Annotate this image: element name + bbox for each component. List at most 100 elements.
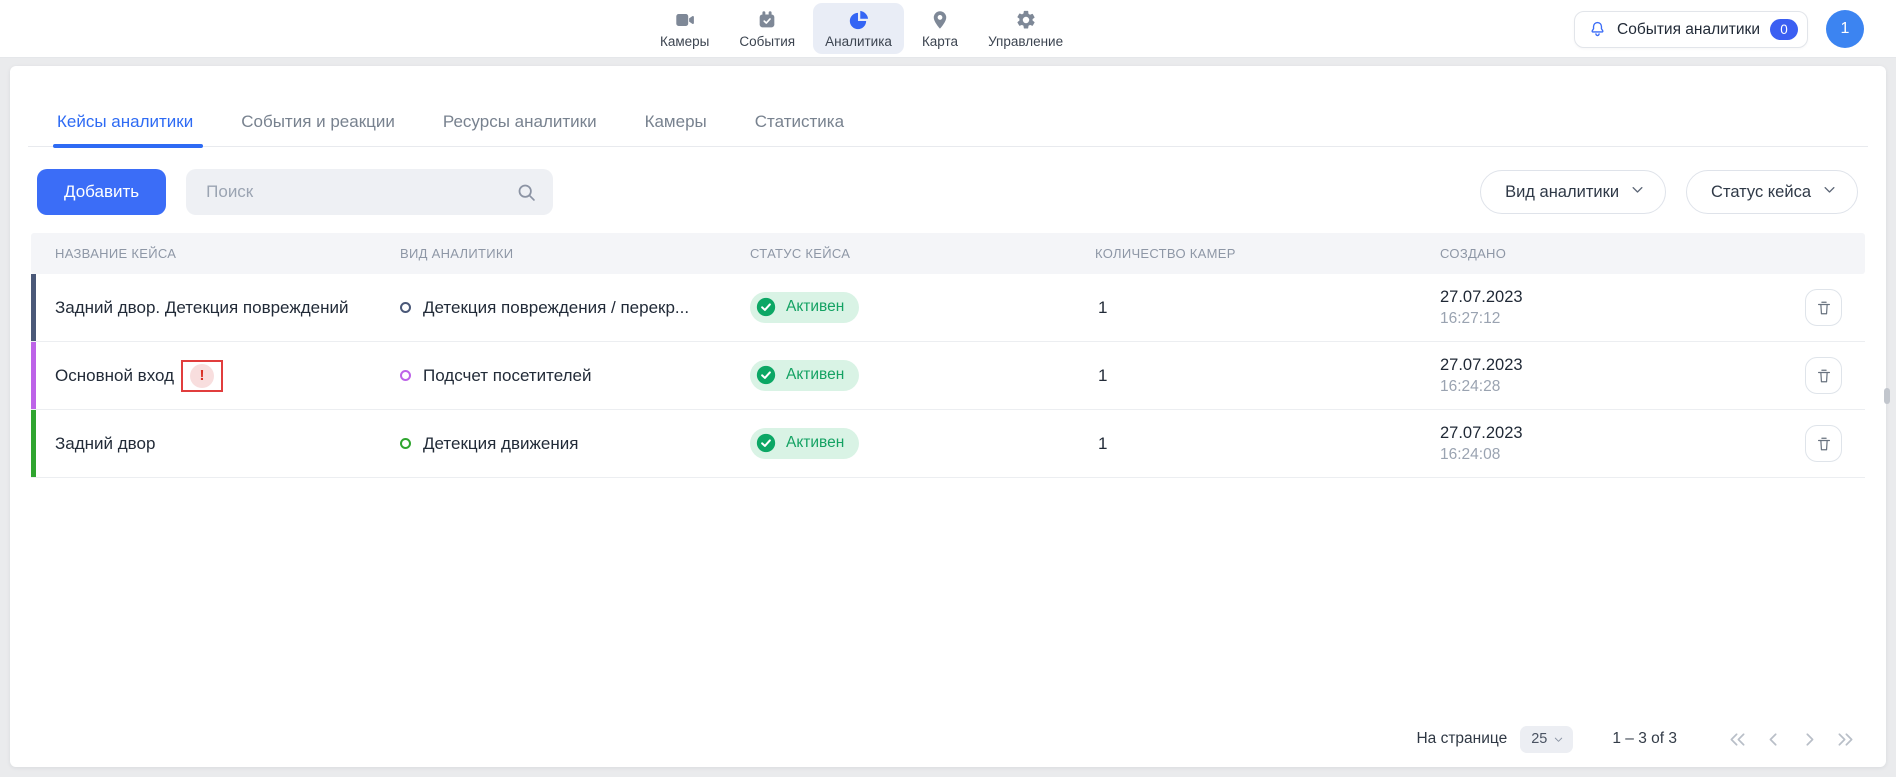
nav-label: Камеры: [660, 34, 709, 49]
scrollbar-thumb[interactable]: [1884, 388, 1890, 404]
filter-label: Статус кейса: [1711, 183, 1811, 202]
nav-label: Карта: [922, 34, 958, 49]
check-circle-icon: [755, 432, 777, 454]
delete-case-button[interactable]: [1805, 425, 1842, 462]
status-label: Активен: [786, 366, 844, 384]
analytics-type-ring-icon: [400, 370, 411, 381]
actions-cell: [1805, 425, 1865, 462]
analytics-type-ring-icon: [400, 302, 411, 313]
column-header-created: СОЗДАНО: [1440, 246, 1700, 261]
camera-count-cell: 1: [1095, 366, 1440, 386]
pagination-bar: На странице 25 1 – 3 of 3: [1416, 723, 1856, 755]
table-header: НАЗВАНИЕ КЕЙСА ВИД АНАЛИТИКИ СТАТУС КЕЙС…: [31, 233, 1865, 274]
check-circle-icon: [755, 296, 777, 318]
analytics-page: Кейсы аналитики События и реакции Ресурс…: [10, 66, 1886, 767]
filters: Вид аналитики Статус кейса: [1480, 170, 1858, 214]
analytics-type-filter[interactable]: Вид аналитики: [1480, 170, 1666, 214]
status-badge: Активен: [750, 360, 859, 391]
case-status-cell: Активен: [750, 428, 1095, 460]
trash-icon: [1815, 299, 1833, 317]
case-name: Задний двор. Детекция повреждений: [55, 298, 348, 318]
tab-cameras[interactable]: Камеры: [645, 112, 707, 146]
events-count-badge: 0: [1770, 19, 1798, 40]
gear-icon: [1015, 9, 1037, 31]
annotation-highlight-box: !: [181, 360, 223, 392]
per-page-label: На странице: [1416, 730, 1507, 748]
nav-item-cameras[interactable]: Камеры: [648, 3, 721, 54]
table-row[interactable]: Основной вход ! Подсчет посетителей Акти…: [31, 342, 1865, 410]
case-status-filter[interactable]: Статус кейса: [1686, 170, 1858, 214]
created-time: 16:24:28: [1440, 378, 1700, 396]
analytics-tabs: Кейсы аналитики События и реакции Ресурс…: [28, 66, 1868, 147]
next-page-button[interactable]: [1799, 729, 1820, 750]
search-box: [186, 169, 553, 215]
add-case-button[interactable]: Добавить: [37, 169, 166, 215]
created-date: 27.07.2023: [1440, 288, 1700, 307]
chevron-down-icon: [1553, 734, 1564, 745]
tab-events-reactions[interactable]: События и реакции: [241, 112, 395, 146]
tab-statistics[interactable]: Статистика: [755, 112, 844, 146]
pie-chart-icon: [848, 9, 870, 31]
created-date: 27.07.2023: [1440, 424, 1700, 443]
chevron-down-icon: [1630, 182, 1645, 202]
top-bar: Камеры События Аналитика Карта Управлени…: [0, 0, 1896, 58]
analytics-type: Детекция движения: [423, 434, 578, 454]
nav-item-map[interactable]: Карта: [910, 3, 970, 54]
case-name: Задний двор: [55, 434, 155, 454]
analytics-type-cell: Подсчет посетителей: [400, 366, 750, 386]
map-pin-icon: [929, 9, 951, 31]
analytics-type-ring-icon: [400, 438, 411, 449]
nav-item-management[interactable]: Управление: [976, 3, 1075, 54]
camera-count-cell: 1: [1095, 434, 1440, 454]
nav-label: События: [739, 34, 795, 49]
last-page-button[interactable]: [1835, 729, 1856, 750]
delete-case-button[interactable]: [1805, 357, 1842, 394]
tab-analytics-cases[interactable]: Кейсы аналитики: [57, 112, 193, 146]
nav-item-analytics[interactable]: Аналитика: [813, 3, 904, 54]
delete-case-button[interactable]: [1805, 289, 1842, 326]
case-name-cell: Основной вход !: [31, 360, 400, 392]
case-status-cell: Активен: [750, 292, 1095, 324]
column-header-camera-count: КОЛИЧЕСТВО КАМЕР: [1095, 246, 1440, 261]
bell-icon: [1588, 20, 1607, 39]
tab-analytics-resources[interactable]: Ресурсы аналитики: [443, 112, 597, 146]
case-name: Основной вход: [55, 366, 174, 386]
first-page-button[interactable]: [1727, 729, 1748, 750]
trash-icon: [1815, 367, 1833, 385]
page-range: 1 – 3 of 3: [1612, 730, 1677, 748]
toolbar: Добавить Вид аналитики Статус кейса: [37, 169, 1858, 215]
case-status-cell: Активен: [750, 360, 1095, 392]
previous-page-button[interactable]: [1763, 729, 1784, 750]
chevron-down-icon: [1822, 182, 1837, 202]
created-date: 27.07.2023: [1440, 356, 1700, 375]
created-time: 16:24:08: [1440, 446, 1700, 464]
table-row[interactable]: Задний двор. Детекция повреждений Детекц…: [31, 274, 1865, 342]
analytics-events-button[interactable]: События аналитики 0: [1574, 11, 1808, 48]
per-page-select[interactable]: 25: [1520, 726, 1573, 753]
status-label: Активен: [786, 298, 844, 316]
nav-item-events[interactable]: События: [727, 3, 807, 54]
case-color-strip: [31, 342, 36, 409]
warning-exclamation-badge: !: [190, 364, 214, 388]
table-row[interactable]: Задний двор Детекция движения Активен 1 …: [31, 410, 1865, 478]
created-time: 16:27:12: [1440, 310, 1700, 328]
created-cell: 27.07.2023 16:24:08: [1440, 424, 1700, 464]
status-badge: Активен: [750, 428, 859, 459]
case-name-cell: Задний двор. Детекция повреждений: [31, 298, 400, 318]
trash-icon: [1815, 435, 1833, 453]
user-avatar[interactable]: 1: [1826, 10, 1864, 48]
pagination-arrows: [1727, 729, 1856, 750]
filter-label: Вид аналитики: [1505, 183, 1619, 202]
cases-table: НАЗВАНИЕ КЕЙСА ВИД АНАЛИТИКИ СТАТУС КЕЙС…: [31, 233, 1865, 478]
case-color-strip: [31, 274, 36, 341]
search-icon[interactable]: [516, 182, 537, 203]
created-cell: 27.07.2023 16:27:12: [1440, 288, 1700, 328]
per-page-value: 25: [1531, 731, 1547, 747]
case-name-cell: Задний двор: [31, 434, 400, 454]
search-input[interactable]: [206, 182, 516, 202]
analytics-events-label: События аналитики: [1617, 21, 1760, 39]
camera-count-cell: 1: [1095, 298, 1440, 318]
check-circle-icon: [755, 364, 777, 386]
status-badge: Активен: [750, 292, 859, 323]
nav-label: Аналитика: [825, 34, 892, 49]
